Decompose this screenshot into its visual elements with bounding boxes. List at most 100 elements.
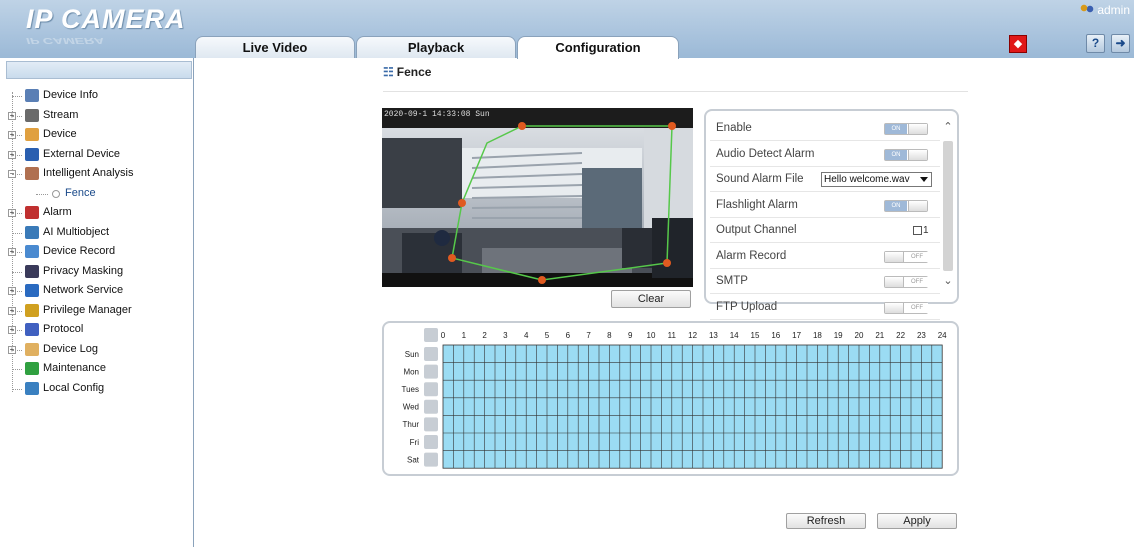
day-select-icon[interactable] [424, 417, 438, 432]
select-all-icon[interactable] [424, 328, 438, 342]
dropdown-arrow-icon [920, 177, 928, 182]
stream-icon [25, 108, 39, 122]
setting-output-channel: Output Channel 1 [710, 218, 940, 243]
schedule-grid[interactable]: 0 1 2 3 4 5 6 7 8 9 10 11 12 13 14 15 16 17 18 19 20 21 22 23 24… [384, 323, 957, 474]
sidebar-item-label: Device Record [43, 245, 116, 257]
refresh-button[interactable]: Refresh [786, 513, 866, 529]
chevron-down-icon[interactable]: ⌄ [942, 275, 954, 287]
setting-label: SMTP [716, 275, 748, 287]
toggle-switch[interactable]: OFF [884, 276, 928, 288]
sidebar-item-alarm[interactable]: + Alarm [8, 203, 192, 223]
hour-label: 6 [566, 331, 571, 340]
hour-label: 8 [607, 331, 612, 340]
page-title: ☷ Fence [383, 65, 432, 79]
sidebar-item-privacy-masking[interactable]: Privacy Masking [8, 262, 192, 282]
tree-connector [36, 193, 48, 195]
ai-multiobject-icon [25, 225, 39, 239]
tree-connector [12, 330, 22, 331]
tab-configuration[interactable]: Configuration [517, 36, 679, 59]
sidebar-item-intelligent-analysis[interactable]: − Intelligent Analysis [8, 164, 192, 184]
sidebar-item-protocol[interactable]: + Protocol [8, 320, 192, 340]
sidebar-item-device-record[interactable]: + Device Record [8, 242, 192, 262]
toggle-switch[interactable]: ON [884, 148, 928, 161]
alarm-icon [25, 206, 39, 219]
tree-connector [12, 291, 22, 292]
fence-node-icon [52, 189, 60, 198]
hour-label: 23 [917, 331, 926, 340]
clear-button[interactable]: Clear [611, 290, 691, 308]
hour-label: 20 [855, 331, 864, 340]
day-select-icon[interactable] [424, 364, 438, 379]
day-label: Fri [410, 438, 420, 447]
username: admin [1097, 3, 1130, 17]
logo: IP CAMERA [26, 4, 186, 34]
toggle-state: ON [885, 200, 907, 211]
tab-playback[interactable]: Playback [356, 36, 516, 58]
setting-enable: Enable ON [710, 116, 940, 141]
tree-connector [12, 135, 22, 136]
alarm-bell-icon[interactable]: ◆ [1009, 35, 1027, 53]
output-channel-checkbox[interactable] [913, 226, 922, 235]
toggle-switch[interactable]: OFF [884, 301, 928, 314]
sidebar-item-device[interactable]: + Device [8, 125, 192, 145]
sidebar-item-label: Stream [43, 108, 79, 121]
hour-label: 7 [586, 331, 591, 340]
tree-connector [12, 252, 22, 253]
sidebar-item-label: Device Log [43, 342, 99, 355]
tree-connector [12, 115, 22, 117]
sidebar-item-privilege-manager[interactable]: + Privilege Manager [8, 301, 192, 321]
sound-file-select[interactable]: Hello welcome.wav [821, 172, 932, 187]
scrollbar-thumb[interactable] [943, 141, 953, 271]
toggle-switch[interactable]: OFF [884, 250, 928, 263]
privilege-manager-icon [25, 303, 39, 317]
sidebar-item-label: Privacy Masking [43, 264, 124, 277]
hour-label: 13 [709, 331, 718, 340]
sidebar-item-network-service[interactable]: + Network Service [8, 281, 192, 301]
hour-label: 21 [875, 331, 884, 340]
day-select-icon[interactable] [424, 435, 438, 449]
sidebar-item-device-log[interactable]: + Device Log [8, 340, 192, 360]
user-menu[interactable]: admin [1080, 3, 1130, 17]
sidebar-item-label: Device [43, 128, 77, 140]
tree-connector [12, 271, 22, 273]
help-icon[interactable]: ? [1086, 34, 1105, 53]
tab-live-video[interactable]: Live Video [195, 36, 355, 58]
device-log-icon [25, 342, 39, 356]
sidebar-header-bar [6, 61, 192, 79]
day-select-icon[interactable] [424, 399, 438, 414]
user-icon [1080, 4, 1095, 16]
toggle-knob [885, 302, 904, 313]
sidebar-item-maintenance[interactable]: Maintenance [8, 359, 192, 379]
toggle-knob [885, 277, 904, 287]
network-service-icon [25, 284, 39, 297]
sidebar-item-external-device[interactable]: + External Device [8, 145, 192, 165]
toggle-state: ON [885, 124, 907, 134]
sidebar-item-device-info[interactable]: Device Info [8, 86, 192, 106]
day-label: Mon [403, 367, 419, 376]
sidebar-item-fence[interactable]: Fence [8, 184, 192, 204]
hour-label: 19 [834, 331, 843, 340]
setting-ftp-upload: FTP Upload OFF [710, 295, 940, 320]
hour-label: 14 [730, 331, 739, 340]
sidebar-item-ai-multiobject[interactable]: AI Multiobject [8, 223, 192, 243]
setting-flashlight-alarm: Flashlight Alarm ON [710, 193, 940, 218]
toggle-state: OFF [906, 251, 928, 262]
checkbox-label: 1 [923, 225, 929, 236]
alarm-settings-panel: Enable ON Audio Detect Alarm ON Sound Alarm … [704, 109, 959, 320]
settings-scrollbar[interactable]: ⌃ ⌄ [942, 115, 954, 298]
apply-button[interactable]: Apply [877, 513, 957, 529]
sidebar-item-local-config[interactable]: Local Config [8, 379, 192, 399]
sidebar-item-stream[interactable]: + Stream [8, 106, 192, 126]
day-select-icon[interactable] [424, 452, 438, 467]
toggle-switch[interactable]: ON [884, 199, 928, 212]
day-select-icon[interactable] [424, 347, 438, 361]
toggle-switch[interactable]: ON [884, 123, 928, 135]
day-select-icon[interactable] [424, 382, 438, 397]
hour-label: 2 [482, 331, 487, 340]
logout-icon[interactable]: ➜ [1111, 34, 1130, 53]
maintenance-icon [25, 362, 39, 375]
video-preview[interactable]: 2020-09-1 14:33:08 Sun [382, 108, 693, 287]
chevron-up-icon[interactable]: ⌃ [942, 121, 954, 133]
sidebar-item-label: Maintenance [43, 362, 106, 374]
sidebar-item-label: Local Config [43, 381, 105, 394]
